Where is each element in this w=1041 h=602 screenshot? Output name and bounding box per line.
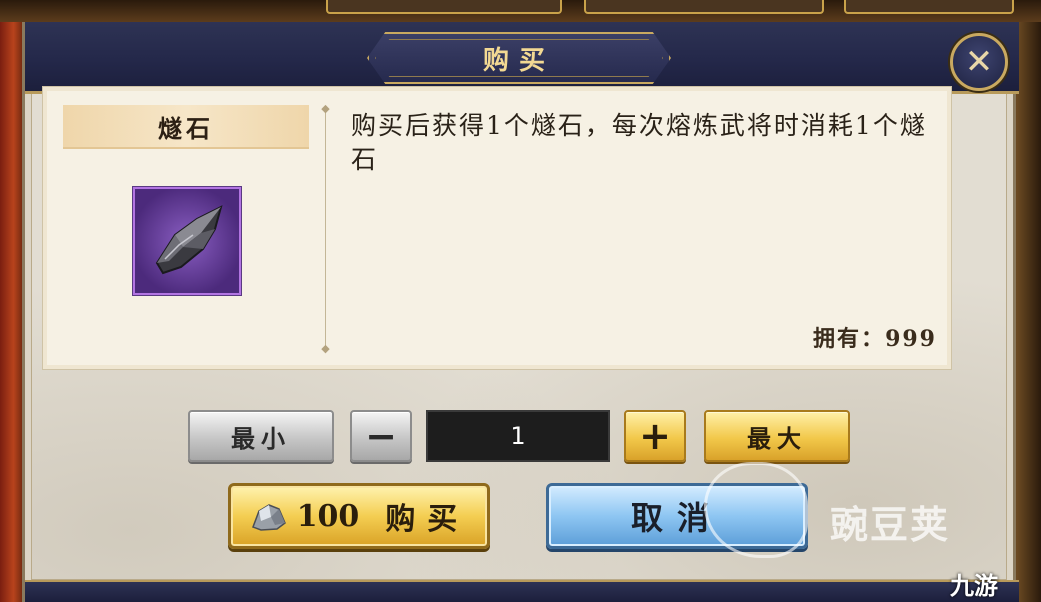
- divider-ornament: ◆: [321, 342, 330, 355]
- item-description: 购买后获得1个燧石，每次熔炼武将时消耗1个燧石: [351, 111, 927, 174]
- buy-cost: 100: [296, 498, 360, 534]
- dialog-footer-bar: [25, 580, 1019, 602]
- buy-button[interactable]: 100 购买: [228, 483, 490, 549]
- min-quantity-button[interactable]: 最小: [188, 410, 334, 462]
- dialog-title: 购买: [482, 45, 555, 76]
- title-plate: 购买: [367, 32, 671, 84]
- minus-icon: −: [365, 414, 397, 458]
- flint-stone-icon: [133, 187, 241, 295]
- item-info-panel: 燧石 ◆ ◆ 购买后获得1个燧石，每次熔炼武将时消耗1个燧石 拥有：999: [42, 86, 952, 370]
- increase-quantity-button[interactable]: +: [624, 410, 686, 462]
- background-tab: [326, 0, 562, 14]
- min-quantity-label: 最小: [231, 423, 291, 453]
- max-quantity-label: 最大: [747, 423, 807, 453]
- quantity-value: 1: [510, 422, 526, 450]
- silver-ore-icon: [249, 499, 289, 533]
- divider-ornament: ◆: [321, 102, 330, 115]
- dialog-header: 购买 ✕: [25, 22, 1019, 94]
- max-quantity-button[interactable]: 最大: [704, 410, 850, 462]
- background-tab: [844, 0, 1014, 14]
- item-name-plate: 燧石: [63, 105, 309, 149]
- item-name: 燧石: [158, 113, 214, 143]
- buy-label: 购买: [385, 502, 470, 537]
- background-tab: [584, 0, 824, 14]
- plus-icon: +: [639, 414, 671, 458]
- owned-count: 999: [885, 326, 937, 352]
- quantity-input[interactable]: 1: [426, 410, 610, 462]
- owned-count-line: 拥有：999: [813, 321, 937, 353]
- jiuyou-watermark: 九游: [950, 572, 998, 600]
- close-button[interactable]: ✕: [950, 33, 1008, 91]
- decrease-quantity-button[interactable]: −: [350, 410, 412, 462]
- wandoujia-watermark: 豌豆荚: [830, 503, 951, 547]
- owned-label: 拥有：: [813, 326, 886, 352]
- panel-divider: [325, 109, 326, 349]
- close-icon: ✕: [964, 42, 994, 82]
